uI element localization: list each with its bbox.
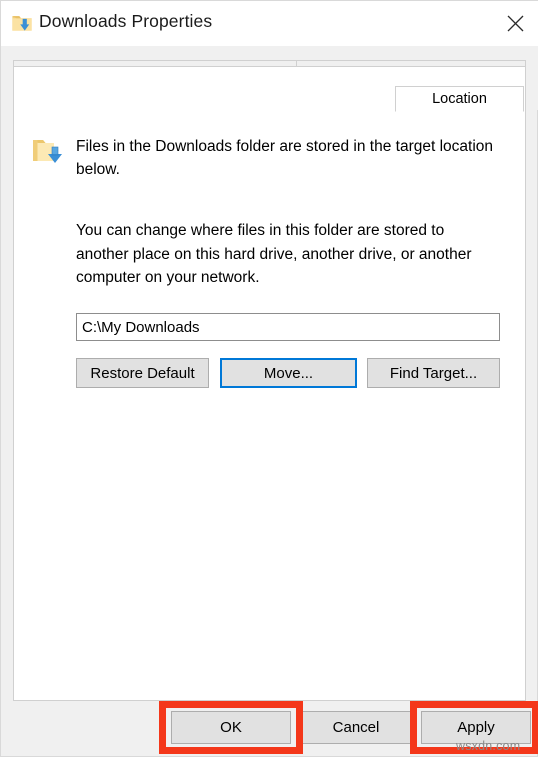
ok-button[interactable]: OK: [171, 711, 291, 744]
location-tab-panel: Files in the Downloads folder are stored…: [13, 66, 526, 701]
cancel-button[interactable]: Cancel: [296, 711, 416, 744]
restore-default-button[interactable]: Restore Default: [76, 358, 209, 388]
folder-location-input[interactable]: [76, 313, 500, 341]
properties-dialog: Downloads Properties Previous Versions C…: [0, 0, 538, 757]
window-title: Downloads Properties: [39, 11, 213, 31]
downloads-folder-icon: [32, 137, 64, 167]
close-button[interactable]: [491, 1, 538, 46]
tab-label: Location: [432, 91, 487, 107]
move-button[interactable]: Move...: [220, 358, 357, 388]
downloads-folder-icon: [11, 12, 33, 34]
close-icon: [507, 15, 523, 32]
watermark: wsxdn.com: [456, 739, 521, 753]
description-text: You can change where files in this folde…: [76, 222, 472, 286]
info-text: Files in the Downloads folder are stored…: [76, 138, 494, 178]
find-target-button[interactable]: Find Target...: [367, 358, 500, 388]
title-bar: Downloads Properties: [1, 1, 538, 46]
tab-location[interactable]: Location: [395, 86, 524, 112]
